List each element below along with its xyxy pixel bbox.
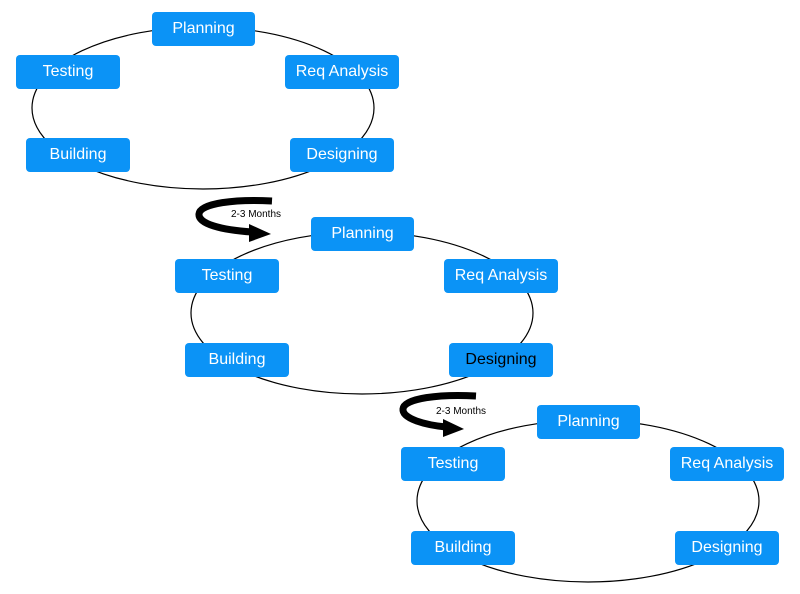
cycle-3-planning-node[interactable]: Planning — [537, 405, 640, 439]
diagram-canvas: 2-3 Months 2-3 Months Planning Testing R… — [0, 0, 800, 594]
cycle-3-testing-node[interactable]: Testing — [401, 447, 505, 481]
cycle-3-req-analysis-node[interactable]: Req Analysis — [670, 447, 784, 481]
cycle-3-building-node[interactable]: Building — [411, 531, 515, 565]
cycle-3: Planning Testing Req Analysis Building D… — [0, 0, 800, 594]
cycle-3-designing-node[interactable]: Designing — [675, 531, 779, 565]
